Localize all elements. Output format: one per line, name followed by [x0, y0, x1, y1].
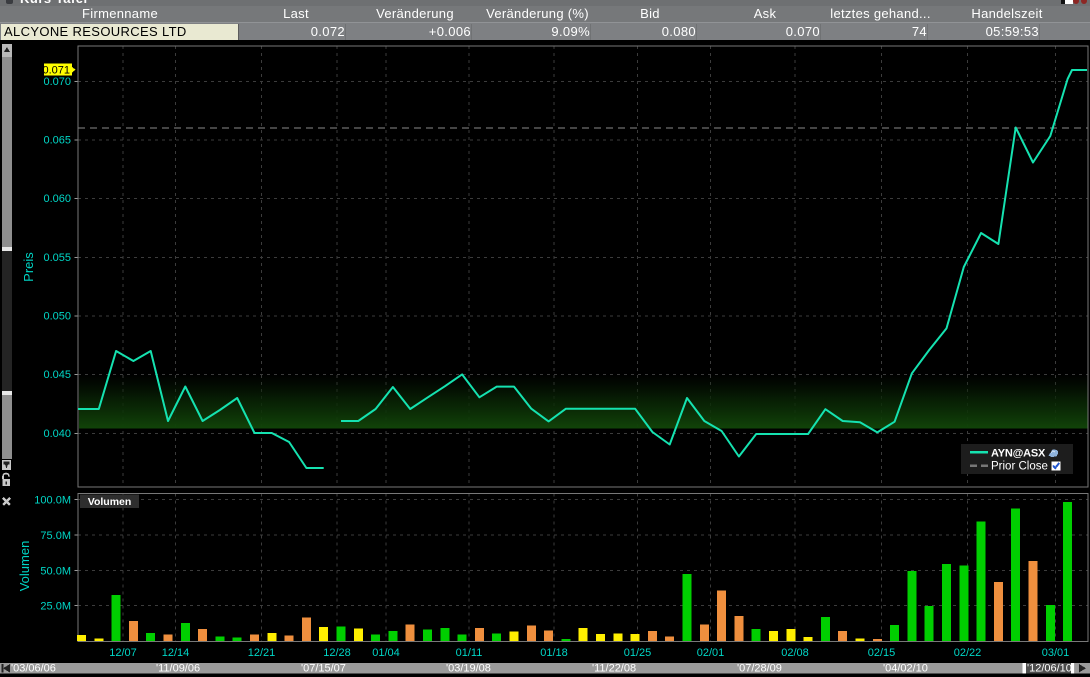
svg-text:0.040: 0.040 [43, 428, 71, 440]
svg-text:'03/19/08: '03/19/08 [446, 663, 491, 675]
svg-text:01/04: 01/04 [372, 647, 400, 659]
svg-text:0.070: 0.070 [43, 76, 71, 88]
svg-text:0.065: 0.065 [43, 135, 71, 147]
svg-text:'07/28/09: '07/28/09 [737, 663, 782, 675]
svg-text:12/21: 12/21 [248, 647, 276, 659]
svg-text:'11/09/06: '11/09/06 [156, 663, 200, 675]
svg-text:02/08: 02/08 [781, 647, 809, 659]
svg-text:100.0M: 100.0M [34, 495, 71, 507]
svg-text:0.045: 0.045 [43, 369, 71, 381]
svg-text:'03/06/06: '03/06/06 [11, 663, 56, 675]
svg-text:0.071: 0.071 [42, 65, 70, 77]
svg-text:01/11: 01/11 [456, 647, 483, 659]
svg-text:50.0M: 50.0M [40, 565, 71, 577]
svg-text:'11/22/08: '11/22/08 [592, 663, 636, 675]
svg-text:02/15: 02/15 [868, 647, 896, 659]
svg-text:02/01: 02/01 [697, 647, 725, 659]
svg-text:01/18: 01/18 [540, 647, 568, 659]
svg-text:12/14: 12/14 [162, 647, 190, 659]
svg-text:01/25: 01/25 [624, 647, 652, 659]
svg-text:'07/15/07: '07/15/07 [301, 663, 346, 675]
svg-text:03/01: 03/01 [1042, 647, 1070, 659]
svg-text:12/07: 12/07 [109, 647, 137, 659]
svg-text:Prior Close: Prior Close [991, 461, 1048, 473]
svg-text:Volumen: Volumen [88, 496, 132, 508]
svg-text:'04/02/10: '04/02/10 [883, 663, 928, 675]
svg-text:0.050: 0.050 [43, 311, 71, 323]
svg-text:AYN@ASX: AYN@ASX [991, 448, 1046, 460]
svg-text:02/22: 02/22 [954, 647, 982, 659]
svg-text:'12/06/10: '12/06/10 [1027, 663, 1072, 675]
svg-text:Preis: Preis [21, 252, 36, 282]
svg-text:Volumen: Volumen [17, 541, 32, 592]
svg-text:0.060: 0.060 [43, 193, 71, 205]
svg-text:25.0M: 25.0M [40, 601, 71, 613]
svg-text:12/28: 12/28 [323, 647, 351, 659]
svg-text:75.0M: 75.0M [40, 530, 71, 542]
svg-text:0.055: 0.055 [43, 252, 71, 264]
